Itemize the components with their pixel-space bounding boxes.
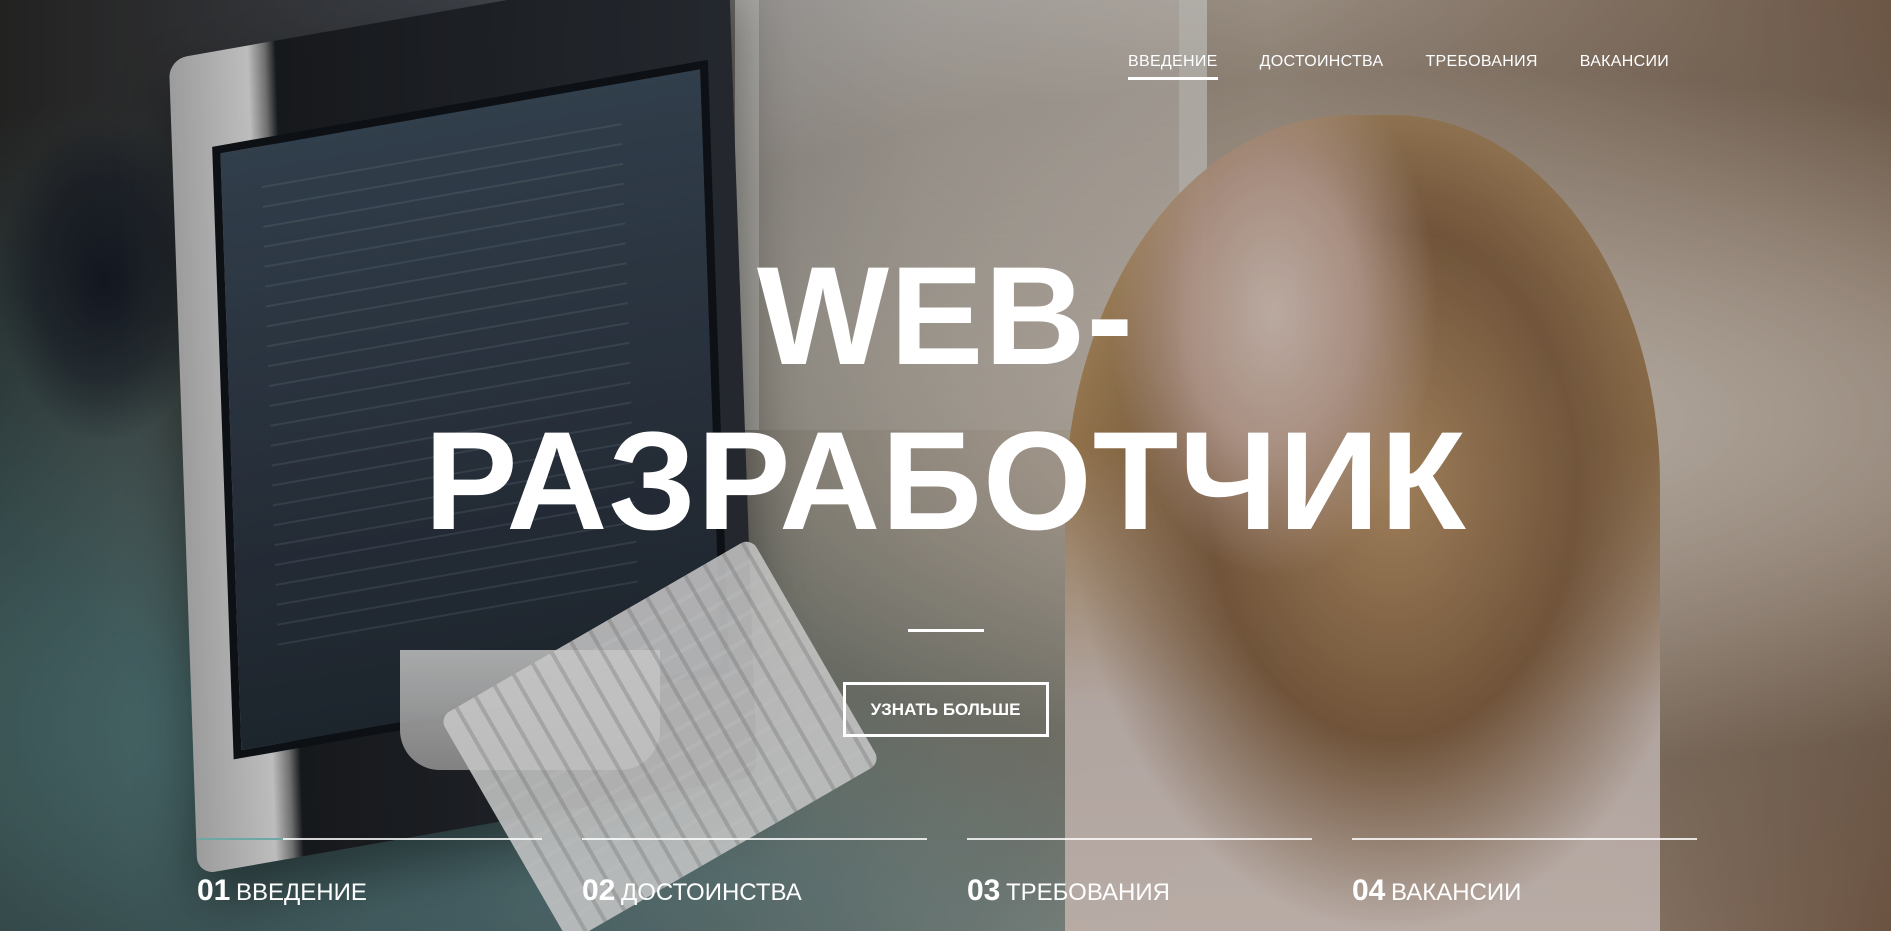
- top-nav-intro[interactable]: ВВЕДЕНИЕ: [1128, 54, 1218, 80]
- section-label: ТРЕБОВАНИЯ: [1006, 879, 1170, 906]
- section-number: 01: [197, 874, 231, 907]
- section-vacancies[interactable]: 04 ВАКАНСИИ: [1352, 838, 1697, 908]
- section-label: ВАКАНСИИ: [1391, 879, 1522, 906]
- section-intro[interactable]: 01 ВВЕДЕНИЕ: [197, 838, 542, 908]
- section-label: ДОСТОИНСТВА: [621, 879, 802, 906]
- hero-title-line-2: РАЗРАБОТЧИК: [424, 402, 1467, 560]
- hero-title: WEB- РАЗРАБОТЧИК: [0, 233, 1891, 563]
- section-number: 04: [1352, 874, 1386, 907]
- hero-title-line-1: WEB-: [756, 237, 1135, 394]
- top-nav-advantages[interactable]: ДОСТОИНСТВА: [1260, 54, 1384, 80]
- section-number: 03: [967, 874, 1001, 907]
- hero-section: ВВЕДЕНИЕ ДОСТОИНСТВА ТРЕБОВАНИЯ ВАКАНСИИ…: [0, 0, 1891, 931]
- top-nav-requirements[interactable]: ТРЕБОВАНИЯ: [1425, 54, 1537, 80]
- section-label: ВВЕДЕНИЕ: [236, 879, 367, 906]
- hero-divider: [907, 629, 984, 633]
- hero-content: WEB- РАЗРАБОТЧИК УЗНАТЬ БОЛЬШЕ: [0, 233, 1891, 738]
- top-nav-vacancies[interactable]: ВАКАНСИИ: [1580, 54, 1669, 80]
- top-navigation: ВВЕДЕНИЕ ДОСТОИНСТВА ТРЕБОВАНИЯ ВАКАНСИИ: [1128, 54, 1669, 80]
- section-navigation: 01 ВВЕДЕНИЕ 02 ДОСТОИНСТВА 03 ТРЕБОВАНИЯ…: [197, 838, 1697, 908]
- learn-more-button[interactable]: УЗНАТЬ БОЛЬШЕ: [842, 682, 1049, 738]
- section-advantages[interactable]: 02 ДОСТОИНСТВА: [582, 838, 927, 908]
- section-requirements[interactable]: 03 ТРЕБОВАНИЯ: [967, 838, 1312, 908]
- section-number: 02: [582, 874, 616, 907]
